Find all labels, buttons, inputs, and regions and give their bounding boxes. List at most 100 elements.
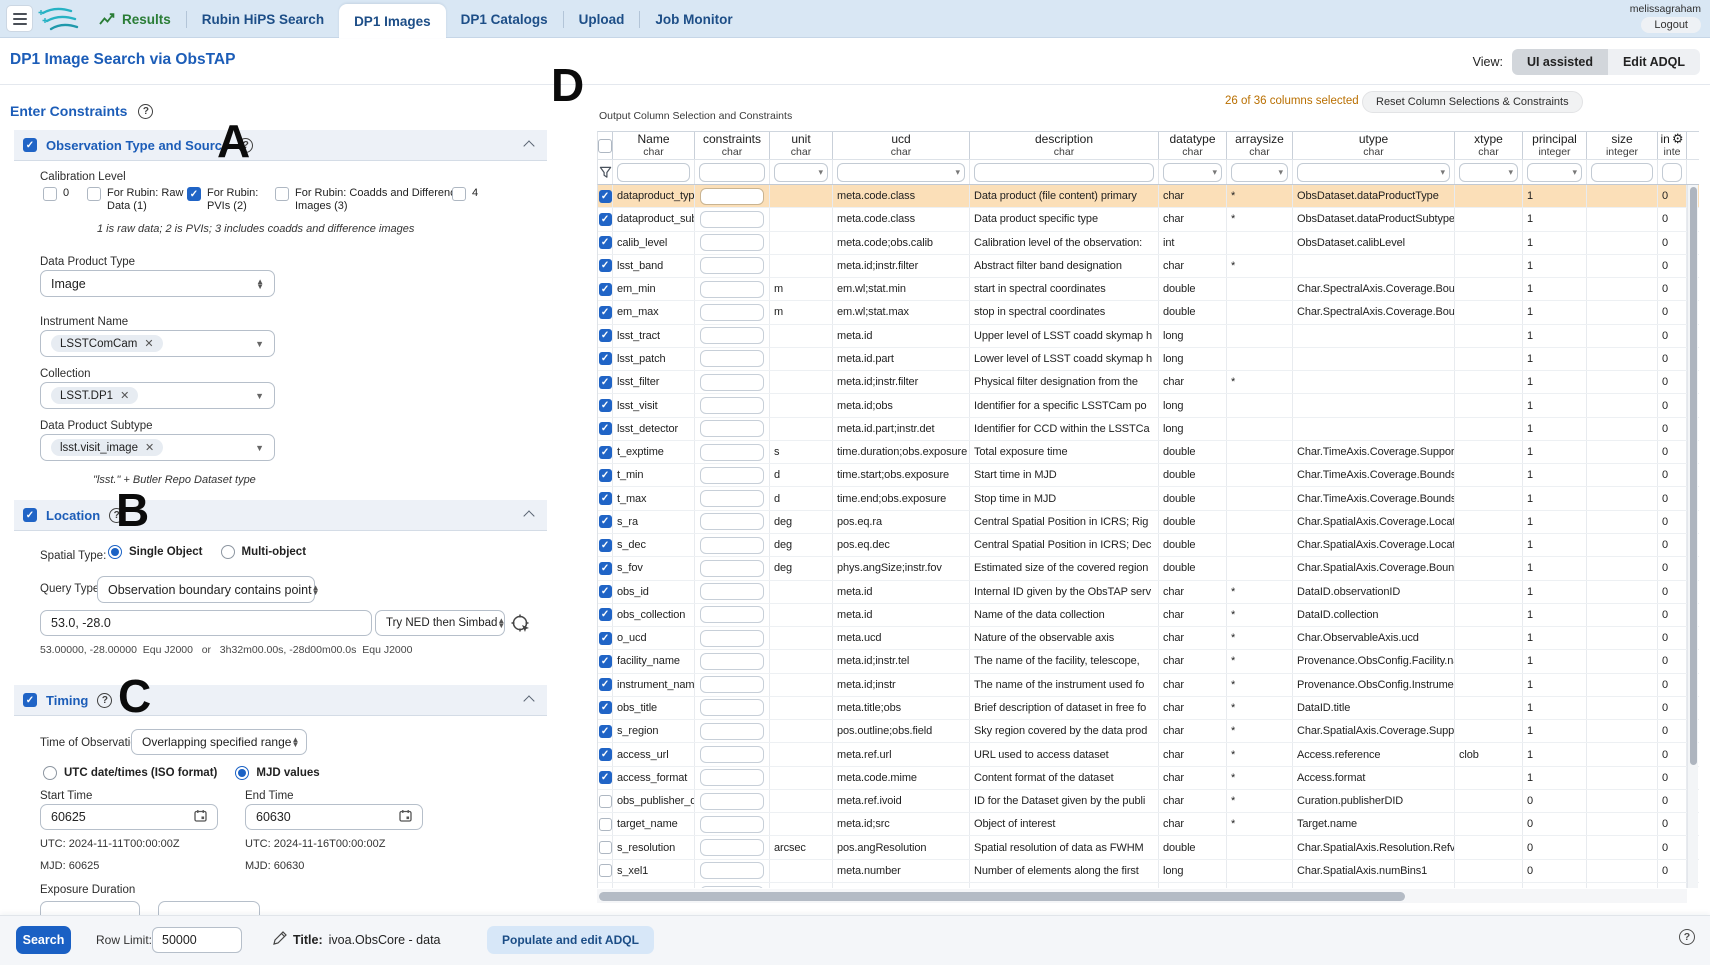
row-checkbox[interactable]: ✓ [599,236,612,249]
filter-input-size[interactable] [1591,163,1653,182]
row-checkbox[interactable] [599,864,612,877]
calibration-option[interactable]: For Rubin: Coadds and Difference Images … [275,187,471,213]
table-row[interactable]: ✓lsst_visitmeta.id;obsIdentifier for a s… [598,394,1699,417]
instrument-chip[interactable]: LSSTComCam✕ [51,335,163,352]
time-format-radio[interactable] [43,766,57,780]
filter-input-constraints[interactable] [699,163,765,182]
row-checkbox[interactable]: ✓ [599,701,612,714]
table-row[interactable]: ✓t_mindtime.start;obs.exposureStart time… [598,464,1699,487]
constraint-input[interactable] [700,327,764,344]
constraint-input[interactable] [700,281,764,298]
logout-button[interactable]: Logout [1641,17,1701,33]
constraint-input[interactable] [700,769,764,786]
row-checkbox[interactable] [599,795,612,808]
funnel-icon[interactable] [599,166,612,179]
table-row[interactable] [598,883,1699,888]
table-row[interactable]: ✓lsst_detectormeta.id.part;instr.detIden… [598,418,1699,441]
spatial-type-radio[interactable] [221,545,235,559]
row-checkbox[interactable]: ✓ [599,608,612,621]
row-checkbox[interactable]: ✓ [599,725,612,738]
spatial-type-radio[interactable] [108,545,122,559]
constraint-input[interactable] [700,862,764,879]
time-format-option[interactable]: MJD values [235,766,319,780]
time-of-observation-select[interactable]: Overlapping specified range ▲▼ [131,729,307,755]
filter-select-ucd[interactable]: ▾ [837,163,965,182]
end-time-input[interactable]: 60630 [245,804,423,830]
reset-columns-button[interactable]: Reset Column Selections & Constraints [1362,91,1583,113]
chip-close-icon[interactable]: ✕ [145,441,154,454]
spatial-type-option[interactable]: Single Object [108,545,203,559]
time-format-option[interactable]: UTC date/times (ISO format) [43,766,217,780]
tab-dp1-catalogs[interactable]: DP1 Catalogs [446,0,563,38]
calibration-checkbox[interactable] [275,187,289,201]
tab-upload[interactable]: Upload [564,0,640,38]
table-row[interactable]: ✓em_minmem.wl;stat.minstart in spectral … [598,278,1699,301]
horizontal-scrollbar-thumb[interactable] [599,892,1405,901]
constraint-input[interactable] [700,444,764,461]
row-checkbox[interactable]: ✓ [599,678,612,691]
row-checkbox[interactable]: ✓ [599,632,612,645]
view-option-ui-assisted[interactable]: UI assisted [1512,49,1608,75]
table-row[interactable]: ✓access_formatmeta.code.mimeContent form… [598,767,1699,790]
row-checkbox[interactable]: ✓ [599,539,612,552]
section-location-checkbox[interactable]: ✓ [23,508,37,522]
constraint-input[interactable] [700,188,764,205]
search-button[interactable]: Search [16,926,71,954]
view-option-edit-adql[interactable]: Edit ADQL [1608,49,1700,75]
constraint-input[interactable] [700,374,764,391]
calendar-icon[interactable] [194,809,207,825]
row-checkbox[interactable]: ✓ [599,213,612,226]
table-row[interactable]: ✓obs_titlemeta.title;obsBrief descriptio… [598,697,1699,720]
row-checkbox[interactable]: ✓ [599,190,612,203]
constraint-input[interactable] [700,676,764,693]
chip-close-icon[interactable]: ✕ [120,389,129,402]
calendar-icon[interactable] [399,809,412,825]
row-checkbox[interactable]: ✓ [599,515,612,528]
filter-input-name[interactable] [617,163,690,182]
constraint-input[interactable] [700,746,764,763]
tab-job-monitor[interactable]: Job Monitor [640,0,747,38]
coordinates-input[interactable]: 53.0, -28.0 [40,610,372,636]
row-checkbox[interactable]: ✓ [599,655,612,668]
row-checkbox[interactable]: ✓ [599,585,612,598]
constraint-input[interactable] [700,490,764,507]
table-row[interactable]: ✓s_regionpos.outline;obs.fieldSky region… [598,720,1699,743]
populate-adql-button[interactable]: Populate and edit ADQL [487,926,654,954]
row-checkbox[interactable]: ✓ [599,283,612,296]
calibration-option[interactable]: ✓For Rubin: PVIs (2) [187,187,269,213]
time-format-radio[interactable] [235,766,249,780]
table-row[interactable]: ✓dataproduct_subtypemeta.code.classData … [598,208,1699,231]
constraint-input[interactable] [700,653,764,670]
constraint-input[interactable] [700,606,764,623]
calibration-option[interactable]: For Rubin: Raw Data (1) [87,187,192,213]
row-checkbox[interactable]: ✓ [599,492,612,505]
vertical-scrollbar[interactable] [1687,185,1698,888]
help-icon[interactable]: ? [1679,929,1695,945]
constraint-input[interactable] [700,211,764,228]
section-timing-checkbox[interactable]: ✓ [23,693,37,707]
row-checkbox[interactable]: ✓ [599,469,612,482]
table-row[interactable]: obs_publisher_didmeta.ref.ivoidID for th… [598,790,1699,813]
calibration-option[interactable]: 4 [452,187,478,201]
table-row[interactable]: s_resolutionarcsecpos.angResolutionSpati… [598,836,1699,859]
table-row[interactable]: ✓lsst_tractmeta.idUpper level of LSST co… [598,325,1699,348]
data-product-type-select[interactable]: Image ▲▼ [40,270,275,297]
table-row[interactable]: ✓t_exptimestime.duration;obs.exposureTot… [598,441,1699,464]
collection-chip[interactable]: LSST.DP1✕ [51,387,138,404]
table-row[interactable]: ✓o_ucdmeta.ucdNature of the observable a… [598,627,1699,650]
table-row[interactable]: s_xel1meta.numberNumber of elements alon… [598,860,1699,883]
start-time-input[interactable]: 60625 [40,804,218,830]
constraint-input[interactable] [700,583,764,600]
constraint-input[interactable] [700,257,764,274]
filter-select-arraysize[interactable]: ▾ [1231,163,1288,182]
table-row[interactable]: target_namemeta.id;srcObject of interest… [598,813,1699,836]
row-checkbox[interactable]: ✓ [599,329,612,342]
table-row[interactable]: ✓calib_levelmeta.code;obs.calibCalibrati… [598,232,1699,255]
horizontal-scrollbar[interactable] [597,889,1687,903]
constraint-input[interactable] [700,723,764,740]
query-type-select[interactable]: Observation boundary contains point ▲▼ [97,576,315,603]
constraint-input[interactable] [700,420,764,437]
calibration-checkbox[interactable]: ✓ [187,187,201,201]
row-checkbox[interactable]: ✓ [599,306,612,319]
table-row[interactable]: ✓s_fovdegphys.angSize;instr.fovEstimated… [598,557,1699,580]
